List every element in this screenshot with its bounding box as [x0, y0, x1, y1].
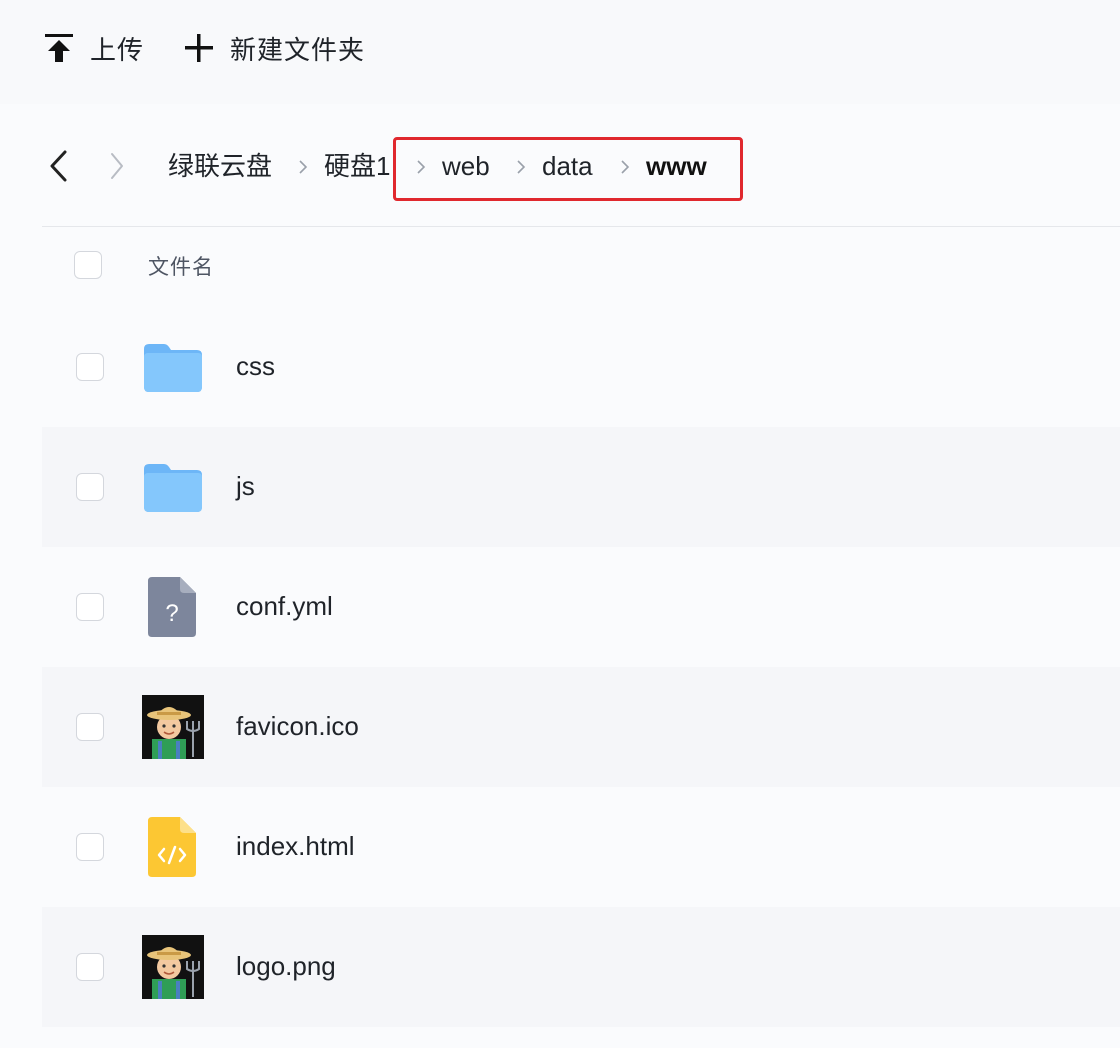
breadcrumb-item-cloud[interactable]: 绿联云盘 — [168, 150, 272, 182]
row-checkbox[interactable] — [76, 713, 104, 741]
file-name: favicon.ico — [236, 711, 359, 741]
breadcrumb-separator-icon — [618, 156, 632, 178]
path-navigation: 绿联云盘 硬盘1 web data www — [0, 104, 1120, 226]
new-folder-button[interactable]: 新建文件夹 — [182, 26, 365, 70]
unknown-file-icon: ? — [142, 575, 204, 639]
row-checkbox[interactable] — [76, 353, 104, 381]
toolbar: 上传 新建文件夹 — [0, 0, 1120, 104]
upload-icon — [42, 31, 76, 65]
plus-icon — [182, 31, 216, 65]
farmer-image-thumbnail-icon — [142, 695, 204, 759]
list-item[interactable]: favicon.ico — [42, 667, 1120, 787]
file-name: index.html — [236, 831, 355, 861]
select-all-checkbox[interactable] — [74, 251, 102, 279]
breadcrumb-item-disk[interactable]: 硬盘1 — [324, 150, 390, 182]
row-checkbox[interactable] — [76, 833, 104, 861]
column-header-name: 文件名 — [148, 256, 214, 279]
svg-text:?: ? — [165, 600, 178, 627]
row-checkbox[interactable] — [76, 473, 104, 501]
forward-button[interactable] — [102, 148, 132, 184]
list-item[interactable]: logo.png — [42, 907, 1120, 1027]
list-item[interactable]: css — [42, 307, 1120, 427]
row-checkbox[interactable] — [76, 593, 104, 621]
list-item[interactable]: ? conf.yml — [42, 547, 1120, 667]
file-name: conf.yml — [236, 591, 333, 621]
upload-button[interactable]: 上传 — [42, 26, 144, 70]
list-item[interactable]: js — [42, 427, 1120, 547]
breadcrumb-separator-icon — [514, 156, 528, 178]
chevron-left-icon — [44, 148, 74, 184]
breadcrumb-item-web[interactable]: web — [442, 150, 490, 182]
list-header: 文件名 — [42, 227, 1120, 307]
folder-icon — [142, 455, 204, 519]
breadcrumb-separator-icon — [296, 156, 310, 178]
row-checkbox[interactable] — [76, 953, 104, 981]
folder-icon — [142, 335, 204, 399]
list-item[interactable]: index.html — [42, 787, 1120, 907]
code-file-icon — [142, 815, 204, 879]
breadcrumb-separator-icon — [414, 156, 428, 178]
file-name: js — [236, 471, 255, 501]
file-name: css — [236, 351, 275, 381]
breadcrumb-item-data[interactable]: data — [542, 150, 593, 182]
upload-label: 上传 — [90, 34, 145, 65]
back-button[interactable] — [44, 148, 74, 184]
breadcrumb-item-current: www — [646, 151, 707, 181]
file-list: css js ? conf.yml favicon.ico index.html… — [42, 307, 1120, 1027]
new-folder-label: 新建文件夹 — [230, 34, 366, 65]
file-name: logo.png — [236, 951, 336, 981]
farmer-image-thumbnail-icon — [142, 935, 204, 999]
chevron-right-icon — [102, 148, 132, 184]
